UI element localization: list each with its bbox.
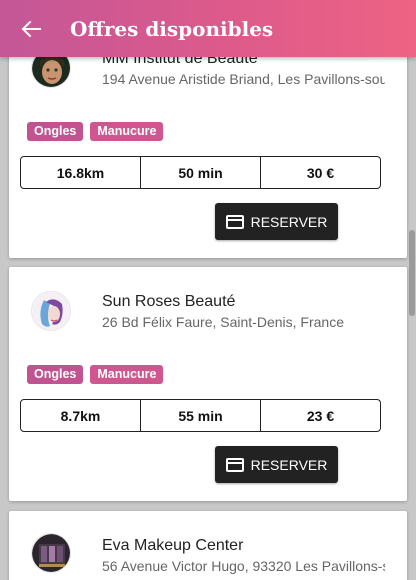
duration-value: 50 min <box>140 157 260 188</box>
offer-card[interactable]: Eva Makeup Center 56 Avenue Victor Hugo,… <box>9 511 407 580</box>
back-button[interactable] <box>0 0 62 57</box>
distance-value: 16.8km <box>56 164 105 181</box>
credit-card-icon <box>225 457 244 472</box>
reserve-label: RESERVER <box>250 213 328 230</box>
offer-stats: 8.7km 55 min 23 € <box>20 399 381 432</box>
arrow-left-icon <box>21 20 41 37</box>
tag-ongles: Ongles <box>27 122 84 141</box>
service-tags: Ongles Manucure <box>27 365 164 384</box>
reserve-button[interactable]: RESERVER <box>215 203 338 240</box>
salon-address: 194 Avenue Aristide Briand, Les Pavillon… <box>102 71 385 87</box>
reserve-label: RESERVER <box>250 456 328 473</box>
offer-stats: 16.8km 50 min 30 € <box>20 156 381 189</box>
service-tags: Ongles Manucure <box>27 122 164 141</box>
tag-ongles: Ongles <box>27 365 84 384</box>
price-value: 23 € <box>260 400 380 431</box>
scrollbar-thumb[interactable] <box>409 230 415 316</box>
offer-card[interactable]: MM Institut de Beauté 194 Avenue Aristid… <box>9 24 407 258</box>
distance-value: 8.7km <box>60 407 101 424</box>
salon-avatar <box>31 291 71 331</box>
credit-card-icon <box>225 214 244 229</box>
salon-name: Eva Makeup Center <box>102 537 244 554</box>
reserve-button[interactable]: RESERVER <box>215 446 338 483</box>
salon-address: 26 Bd Félix Faure, Saint-Denis, France <box>102 314 344 330</box>
tag-manucure: Manucure <box>90 365 164 384</box>
tag-manucure: Manucure <box>90 122 164 141</box>
page-title: Offres disponibles <box>70 16 274 41</box>
salon-name: Sun Roses Beauté <box>102 293 236 310</box>
app-bar: Offres disponibles <box>0 0 416 57</box>
salon-avatar <box>31 533 71 573</box>
scrollbar[interactable] <box>408 57 416 580</box>
offer-card[interactable]: Sun Roses Beauté 26 Bd Félix Faure, Sain… <box>9 267 407 501</box>
duration-value: 55 min <box>140 400 260 431</box>
offers-viewport[interactable]: MM Institut de Beauté 194 Avenue Aristid… <box>0 0 416 580</box>
salon-address: 56 Avenue Victor Hugo, 93320 Les Pavillo… <box>102 558 385 574</box>
price-value: 30 € <box>260 157 380 188</box>
